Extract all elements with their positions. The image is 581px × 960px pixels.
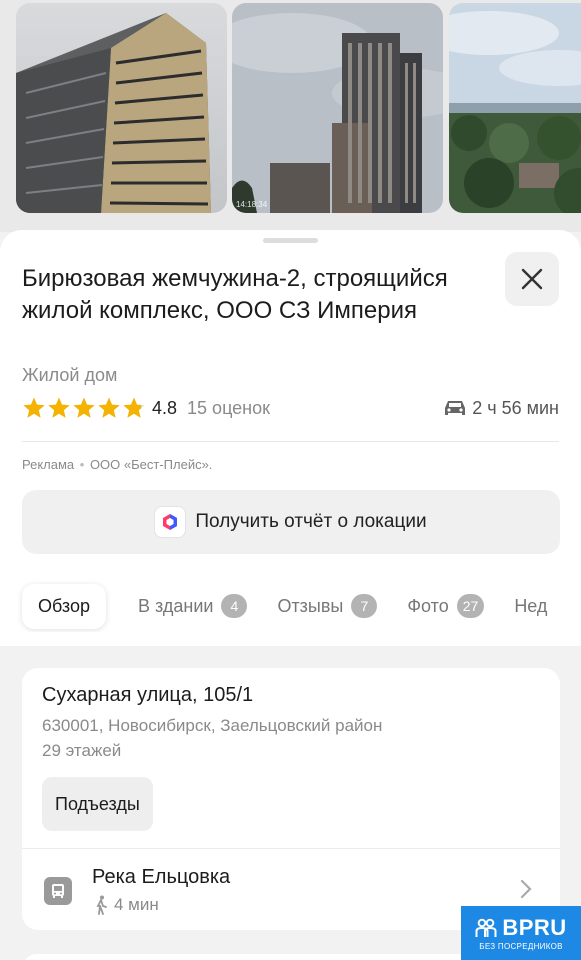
tab-in-building[interactable]: В здании 4	[138, 594, 248, 618]
tab-count-badge: 7	[351, 594, 378, 618]
tab-count-badge: 27	[456, 594, 485, 618]
ad-disclosure[interactable]: Реклама • ООО «Бест-Плейс».	[22, 457, 212, 472]
tab-reviews[interactable]: Отзывы 7	[277, 594, 378, 618]
car-icon	[445, 401, 466, 415]
tab-label: Нед	[514, 595, 548, 616]
route-time[interactable]: 2 ч 56 мин	[444, 398, 559, 419]
tab-bar: Обзор В здании 4 Отзывы 7 Фото 27 Нед	[0, 580, 581, 632]
close-button[interactable]	[505, 252, 559, 306]
photo-towers[interactable]: 14:18:34	[232, 3, 443, 213]
location-report-button[interactable]: Получить отчёт о локации	[22, 490, 560, 554]
divider	[22, 441, 559, 442]
place-card-sheet: Бирюзовая жемчужина-2, строящийся жилой …	[0, 230, 581, 650]
star-icon	[73, 397, 95, 418]
place-category: Жилой дом	[22, 365, 118, 385]
place-title: Бирюзовая жемчужина-2, строящийся жилой …	[22, 265, 448, 324]
address-street[interactable]: Сухарная улица, 105/1	[42, 684, 253, 707]
star-icon	[98, 397, 120, 418]
star-icon	[48, 397, 70, 418]
walking-icon	[96, 895, 107, 915]
building-floors: 29 этажей	[42, 741, 122, 760]
tab-label: Обзор	[38, 595, 90, 616]
tab-photos[interactable]: Фото 27	[407, 594, 485, 618]
tab-label: В здании	[138, 595, 214, 616]
address-city: 630001, Новосибирск, Заельцовский район	[42, 716, 383, 735]
close-icon	[521, 268, 543, 290]
entrances-button-label: Подъезды	[55, 793, 140, 814]
entrances-button[interactable]: Подъезды	[42, 777, 153, 831]
ad-label: Реклама	[22, 457, 75, 472]
sheet-grabber[interactable]	[263, 238, 318, 243]
rating-count[interactable]: 15 оценок	[187, 398, 270, 419]
rating-stars	[22, 396, 146, 420]
brand-subtitle: БЕЗ ПОСРЕДНИКОВ	[479, 942, 563, 951]
star-icon	[123, 397, 145, 418]
tab-label: Отзывы	[277, 595, 344, 616]
star-icon	[23, 397, 45, 418]
separator-dot: •	[76, 457, 88, 472]
chevron-right-icon	[520, 879, 532, 899]
tab-nearby[interactable]: Нед	[514, 596, 547, 617]
tab-overview[interactable]: Обзор	[22, 583, 106, 629]
walk-time: 4 мин	[94, 895, 159, 915]
bpru-watermark-badge: BPRU БЕЗ ПОСРЕДНИКОВ	[461, 906, 581, 960]
rating-row[interactable]: 4.8 15 оценок 2 ч 56 мин	[22, 395, 559, 421]
address-card: Сухарная улица, 105/1 630001, Новосибирс…	[22, 668, 560, 930]
ad-advertiser: ООО «Бест-Плейс».	[89, 457, 213, 472]
photo-timestamp: 14:18:34	[236, 200, 268, 209]
route-time-text: 2 ч 56 мин	[472, 397, 559, 418]
report-logo-icon	[155, 507, 186, 537]
brand-name: BPRU	[502, 915, 567, 940]
stop-name: Река Ельцовка	[92, 866, 231, 888]
people-logo-icon	[475, 918, 497, 937]
tab-count-badge: 4	[221, 594, 248, 618]
tab-label: Фото	[407, 595, 449, 616]
rating-value: 4.8	[152, 397, 178, 418]
walk-time-text: 4 мин	[114, 895, 159, 914]
photo-gallery[interactable]: 14:18:34	[0, 0, 581, 232]
report-button-label: Получить отчёт о локации	[195, 511, 427, 532]
photo-city-view[interactable]	[449, 3, 581, 213]
bus-icon	[44, 877, 72, 905]
photo-building-facade[interactable]	[16, 3, 227, 213]
